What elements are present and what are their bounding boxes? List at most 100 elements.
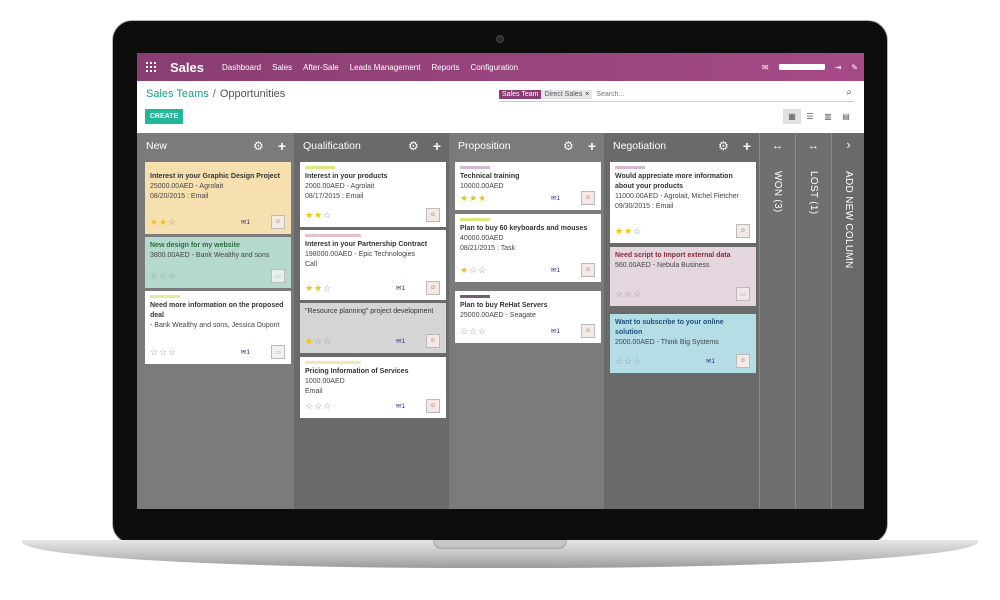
- kanban-card[interactable]: "Resource planning" project development …: [300, 303, 446, 353]
- priority-stars[interactable]: ☆☆☆: [305, 401, 332, 412]
- priority-stars[interactable]: ☆☆☆: [460, 326, 487, 337]
- list-view-icon[interactable]: ☰: [801, 109, 819, 124]
- message-count[interactable]: ✉1: [706, 357, 715, 365]
- facet-remove-icon[interactable]: ×: [585, 91, 589, 98]
- avatar[interactable]: ☺: [581, 324, 595, 338]
- graph-view-icon[interactable]: ▥: [819, 109, 837, 124]
- expand-arrows-icon[interactable]: ↔: [796, 140, 831, 152]
- breadcrumb-parent-link[interactable]: Sales Teams: [146, 88, 209, 100]
- message-count-value: 1: [401, 285, 405, 292]
- priority-stars[interactable]: ★★★: [460, 193, 487, 204]
- priority-stars[interactable]: ☆☆☆: [615, 289, 642, 300]
- chevron-right-icon[interactable]: ›: [832, 137, 864, 152]
- kanban-view-icon[interactable]: ▦: [783, 109, 801, 124]
- chat-icon[interactable]: ✎: [851, 63, 858, 72]
- card-title: Interest in your Partnership Contract: [305, 241, 428, 248]
- kanban-card[interactable]: Pricing Information of Services 1000.00A…: [300, 357, 446, 418]
- message-count[interactable]: ✉1: [396, 284, 405, 292]
- priority-stars[interactable]: ☆☆☆: [615, 356, 642, 367]
- avatar[interactable]: ☺: [581, 191, 595, 205]
- message-count[interactable]: ✉1: [241, 348, 250, 356]
- card-title: Pricing Information of Services: [305, 368, 409, 375]
- message-count[interactable]: ✉1: [241, 218, 250, 226]
- sign-out-icon[interactable]: ⇥: [835, 63, 842, 72]
- plus-icon[interactable]: +: [278, 138, 286, 154]
- calendar-view-icon[interactable]: ▤: [837, 109, 855, 124]
- plus-icon[interactable]: +: [743, 138, 751, 154]
- envelope-icon[interactable]: ✉: [762, 63, 769, 72]
- kanban-card[interactable]: Interest in your Graphic Design Project …: [145, 162, 291, 234]
- message-count-value: 1: [556, 195, 560, 202]
- gear-icon[interactable]: ⚙: [563, 139, 574, 153]
- priority-stars[interactable]: ★☆☆: [305, 336, 332, 347]
- kanban-card[interactable]: Want to subscribe to your online solutio…: [610, 314, 756, 373]
- avatar-placeholder-icon[interactable]: ▭: [271, 345, 285, 359]
- avatar[interactable]: ☺: [426, 208, 440, 222]
- message-count[interactable]: ✉1: [551, 327, 560, 335]
- menu-dashboard[interactable]: Dashboard: [222, 63, 261, 72]
- avatar[interactable]: ☺: [736, 224, 750, 238]
- gear-icon[interactable]: ⚙: [718, 139, 729, 153]
- menu-reports[interactable]: Reports: [431, 63, 459, 72]
- kanban-card[interactable]: Plan to buy ReHat Servers 25000.00AED - …: [455, 291, 601, 343]
- folded-column-lost[interactable]: ↔ LOST (1): [795, 133, 831, 509]
- plus-icon[interactable]: +: [433, 138, 441, 154]
- priority-stars[interactable]: ★★☆: [305, 210, 332, 221]
- search-facet: Direct Sales ×: [541, 89, 593, 99]
- app-brand[interactable]: Sales: [170, 60, 204, 75]
- avatar-placeholder-icon[interactable]: ▭: [271, 269, 285, 283]
- card-line: 08/20/2015 : Email: [150, 193, 209, 200]
- kanban-card[interactable]: Plan to buy 60 keyboards and mouses 4000…: [455, 214, 601, 282]
- message-count[interactable]: ✉1: [396, 402, 405, 410]
- column-title[interactable]: Proposition: [458, 140, 563, 152]
- expand-arrows-icon[interactable]: ↔: [760, 140, 795, 152]
- search-input[interactable]: [592, 90, 831, 98]
- menu-leads-management[interactable]: Leads Management: [350, 63, 421, 72]
- kanban-card[interactable]: Technical training 10000.00AED ★★★ ✉1 ☺: [455, 162, 601, 210]
- card-tag: [305, 361, 361, 364]
- search-bar: Sales Team Direct Sales × ⌕: [499, 87, 854, 102]
- card-tag: [150, 295, 180, 298]
- webcam: [496, 35, 504, 43]
- add-new-column[interactable]: › ADD NEW COLUMN: [831, 133, 864, 509]
- avatar[interactable]: ☺: [736, 354, 750, 368]
- user-menu[interactable]: [778, 64, 825, 70]
- avatar[interactable]: ☺: [426, 281, 440, 295]
- menu-sales[interactable]: Sales: [272, 63, 292, 72]
- avatar[interactable]: ☺: [426, 399, 440, 413]
- kanban-card[interactable]: Need script to Import external data 560.…: [610, 247, 756, 306]
- avatar[interactable]: ☺: [581, 263, 595, 277]
- kanban-card[interactable]: New design for my website 3800.00AED - B…: [145, 237, 291, 288]
- column-title[interactable]: New: [146, 140, 253, 152]
- folded-column-won[interactable]: ↔ WON (3): [759, 133, 795, 509]
- avatar[interactable]: ☺: [426, 334, 440, 348]
- kanban-card[interactable]: Would appreciate more information about …: [610, 162, 756, 243]
- search-icon[interactable]: ⌕: [846, 87, 852, 98]
- column-title[interactable]: Qualification: [303, 140, 408, 152]
- priority-stars[interactable]: ★☆☆: [460, 265, 487, 276]
- priority-stars[interactable]: ★★☆: [305, 283, 332, 294]
- create-button[interactable]: CREATE: [145, 109, 183, 124]
- message-count[interactable]: ✉1: [551, 194, 560, 202]
- avatar-placeholder-icon[interactable]: ▭: [736, 287, 750, 301]
- kanban-card[interactable]: Need more information on the proposed de…: [145, 291, 291, 364]
- priority-stars[interactable]: ☆☆☆: [150, 347, 177, 358]
- priority-stars[interactable]: ★★☆: [615, 226, 642, 237]
- card-tag: [305, 234, 361, 237]
- message-count[interactable]: ✉1: [396, 337, 405, 345]
- message-count[interactable]: ✉1: [551, 266, 560, 274]
- kanban-card[interactable]: Interest in your Partnership Contract 19…: [300, 230, 446, 300]
- kanban-card[interactable]: Interest in your products 2000.00AED - A…: [300, 162, 446, 227]
- priority-stars[interactable]: ☆☆☆: [150, 271, 177, 282]
- menu-after-sale[interactable]: After-Sale: [303, 63, 339, 72]
- avatar[interactable]: ☺: [271, 215, 285, 229]
- gear-icon[interactable]: ⚙: [253, 139, 264, 153]
- plus-icon[interactable]: +: [588, 138, 596, 154]
- menu-configuration[interactable]: Configuration: [470, 63, 518, 72]
- card-line: Email: [305, 388, 323, 395]
- column-title[interactable]: Negotiation: [613, 140, 718, 152]
- gear-icon[interactable]: ⚙: [408, 139, 419, 153]
- priority-stars[interactable]: ★★☆: [150, 217, 177, 228]
- breadcrumb: Sales Teams / Opportunities: [146, 88, 285, 100]
- apps-grid-icon[interactable]: [146, 62, 156, 72]
